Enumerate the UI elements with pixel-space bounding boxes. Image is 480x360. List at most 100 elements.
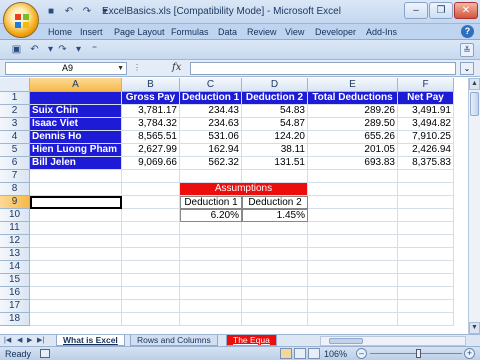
cell[interactable] — [122, 235, 180, 248]
cell[interactable] — [30, 235, 122, 248]
table-value-cell[interactable]: 3,491.91 — [398, 105, 454, 118]
cell[interactable] — [242, 300, 308, 313]
row-header-6[interactable]: 6 — [0, 157, 30, 170]
column-header-e[interactable]: E — [308, 78, 398, 92]
first-sheet-icon[interactable]: |◀ — [4, 336, 11, 344]
formula-input[interactable] — [190, 62, 456, 75]
table-value-cell[interactable]: 9,069.66 — [122, 157, 180, 170]
cell[interactable] — [242, 274, 308, 287]
cell[interactable] — [122, 248, 180, 261]
table-value-cell[interactable]: 234.43 — [180, 105, 242, 118]
table-value-cell[interactable]: 54.87 — [242, 118, 308, 131]
cell[interactable] — [122, 300, 180, 313]
cell[interactable] — [308, 261, 398, 274]
cell[interactable] — [398, 235, 454, 248]
cell[interactable] — [398, 196, 454, 209]
cell[interactable] — [180, 313, 242, 326]
sheet-tab-rows-and-columns[interactable]: Rows and Columns — [130, 335, 218, 346]
zoom-in-icon[interactable]: + — [464, 348, 475, 359]
table-value-cell[interactable]: 38.11 — [242, 144, 308, 157]
cell[interactable] — [398, 248, 454, 261]
cell[interactable] — [122, 209, 180, 222]
cell[interactable] — [122, 287, 180, 300]
row-header-7[interactable]: 7 — [0, 170, 30, 183]
column-header-f[interactable]: F — [398, 78, 454, 92]
table-header-cell[interactable]: Net Pay — [398, 92, 454, 105]
scroll-down-icon[interactable]: ▼ — [469, 322, 480, 334]
employee-name-cell[interactable]: Dennis Ho — [30, 131, 122, 144]
cell[interactable] — [398, 287, 454, 300]
column-header-c[interactable]: C — [180, 78, 242, 92]
page-layout-view-icon[interactable] — [294, 348, 306, 359]
cell[interactable] — [242, 287, 308, 300]
table-value-cell[interactable]: 289.26 — [308, 105, 398, 118]
page-break-view-icon[interactable] — [308, 348, 320, 359]
macro-record-icon[interactable] — [40, 349, 50, 358]
cell[interactable] — [308, 248, 398, 261]
table-value-cell[interactable]: 131.51 — [242, 157, 308, 170]
active-cell-a9[interactable] — [30, 196, 122, 209]
save-small-icon[interactable]: ▣ — [10, 44, 23, 56]
cell[interactable] — [180, 261, 242, 274]
cell[interactable] — [122, 196, 180, 209]
scroll-up-icon[interactable]: ▲ — [469, 78, 480, 90]
row-header-13[interactable]: 13 — [0, 248, 30, 261]
cell[interactable] — [308, 300, 398, 313]
cell[interactable] — [308, 196, 398, 209]
last-sheet-icon[interactable]: ▶| — [37, 336, 44, 344]
table-value-cell[interactable]: 124.20 — [242, 131, 308, 144]
cell[interactable] — [180, 300, 242, 313]
table-value-cell[interactable]: 693.83 — [308, 157, 398, 170]
cell[interactable] — [30, 209, 122, 222]
row-header-2[interactable]: 2 — [0, 105, 30, 118]
prev-sheet-icon[interactable]: ◀ — [17, 336, 22, 344]
cell[interactable] — [122, 261, 180, 274]
sheet-tab-the-equa[interactable]: The Equa — [226, 335, 277, 346]
redo-dropdown-icon[interactable]: ▾ — [72, 44, 85, 56]
zoom-out-icon[interactable]: – — [356, 348, 367, 359]
worksheet-grid[interactable]: A B C D E F 1 2 3 4 5 6 7 8 9 10 11 12 13 14 15 16 17 18 Gross P… — [0, 78, 468, 334]
employee-name-cell[interactable]: Isaac Viet — [30, 118, 122, 131]
table-value-cell[interactable]: 3,494.82 — [398, 118, 454, 131]
cell[interactable] — [122, 170, 180, 183]
horizontal-scroll-thumb[interactable] — [329, 338, 363, 344]
table-header-cell[interactable]: Gross Pay — [122, 92, 180, 105]
cell[interactable] — [30, 183, 122, 196]
zoom-level[interactable]: 106% — [324, 349, 347, 359]
table-value-cell[interactable]: 2,426.94 — [398, 144, 454, 157]
cell[interactable] — [180, 170, 242, 183]
cell[interactable] — [398, 300, 454, 313]
horizontal-scrollbar[interactable] — [320, 336, 466, 346]
row-header-4[interactable]: 4 — [0, 131, 30, 144]
cell[interactable] — [398, 183, 454, 196]
table-value-cell[interactable]: 289.50 — [308, 118, 398, 131]
cell[interactable] — [308, 183, 398, 196]
table-value-cell[interactable]: 3,781.17 — [122, 105, 180, 118]
cell[interactable] — [242, 222, 308, 235]
cell[interactable] — [30, 313, 122, 326]
table-value-cell[interactable]: 562.32 — [180, 157, 242, 170]
row-header-15[interactable]: 15 — [0, 274, 30, 287]
row-header-8[interactable]: 8 — [0, 183, 30, 196]
cell[interactable] — [30, 300, 122, 313]
tab-home[interactable]: Home — [48, 27, 72, 37]
cell[interactable] — [180, 235, 242, 248]
cell[interactable] — [180, 274, 242, 287]
cell[interactable] — [398, 209, 454, 222]
name-box[interactable]: A9 ▼ — [5, 62, 127, 75]
help-icon[interactable]: ? — [461, 25, 474, 38]
row-header-10[interactable]: 10 — [0, 209, 30, 222]
undo-icon[interactable]: ↶ — [62, 5, 76, 18]
maximize-icon[interactable]: ❐ — [429, 2, 453, 19]
cell[interactable] — [242, 261, 308, 274]
close-icon[interactable]: ✕ — [454, 2, 478, 19]
table-value-cell[interactable]: 7,910.25 — [398, 131, 454, 144]
row-header-5[interactable]: 5 — [0, 144, 30, 157]
table-value-cell[interactable]: 234.63 — [180, 118, 242, 131]
tab-view[interactable]: View — [285, 27, 304, 37]
cell[interactable] — [30, 222, 122, 235]
cell[interactable] — [308, 287, 398, 300]
insert-function-icon[interactable]: fx — [172, 62, 181, 73]
ribbon-expand-icon[interactable]: ≚ — [460, 43, 474, 57]
vertical-scrollbar[interactable]: ▲ ▼ — [468, 78, 480, 334]
